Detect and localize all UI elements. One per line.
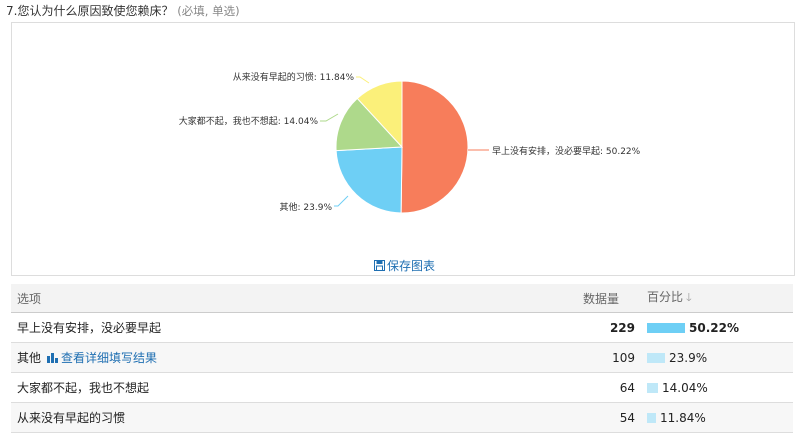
header-percent-label: 百分比 <box>647 290 684 304</box>
pie-label-others-not-up: 大家都不起，我也不想起: 14.04% <box>179 115 319 127</box>
row-option-text: 其他 <box>17 351 42 365</box>
row-option: 其他 查看详细填写结果 <box>11 342 583 373</box>
header-percent[interactable]: 百分比 🡓 <box>647 284 793 313</box>
leader-line-no-habit <box>356 76 370 84</box>
row-option: 大家都不起，我也不想起 <box>11 372 583 403</box>
row-percent: 50.22% <box>647 312 793 343</box>
row-percent: 11.84% <box>647 402 793 433</box>
pie-label-other: 其他: 23.9% <box>280 201 333 213</box>
table-row: 大家都不起，我也不想起 64 14.04% <box>11 372 793 403</box>
view-details-link[interactable]: 查看详细填写结果 <box>47 351 157 365</box>
chart-container: 早上没有安排，没必要早起: 50.22% 其他: 23.9% 大家都不起，我也不想起… <box>11 22 795 276</box>
row-count: 54 <box>583 402 647 433</box>
percent-bar <box>647 352 665 363</box>
table-header-row: 选项 数据量 百分比 🡓 <box>11 284 793 313</box>
question-text: 7.您认为什么原因致使您赖床？ <box>6 4 174 18</box>
header-count: 数据量 <box>583 284 647 313</box>
pie-chart: 早上没有安排，没必要早起: 50.22% 其他: 23.9% 大家都不起，我也不想起… <box>179 71 641 214</box>
table-row: 从来没有早起的习惯 54 11.84% <box>11 402 793 433</box>
row-option: 早上没有安排，没必要早起 <box>11 312 583 343</box>
row-percent: 14.04% <box>647 372 793 403</box>
row-option: 从来没有早起的习惯 <box>11 402 583 433</box>
table-row: 早上没有安排，没必要早起 229 50.22% <box>11 312 793 343</box>
percent-text: 50.22% <box>689 320 739 335</box>
row-count: 229 <box>583 312 647 343</box>
pie-slice-other <box>335 146 403 214</box>
row-percent: 23.9% <box>647 342 793 373</box>
percent-text: 23.9% <box>669 350 708 365</box>
save-chart-label: 保存图表 <box>387 259 436 273</box>
pie-label-no-plan: 早上没有安排，没必要早起: 50.22% <box>492 145 641 157</box>
bar-chart-icon <box>47 353 59 363</box>
leader-line-other <box>334 195 349 207</box>
percent-text: 11.84% <box>660 410 706 425</box>
arrow-down-icon[interactable]: 🡓 <box>686 291 692 304</box>
question-hint: (必填, 单选) <box>177 4 240 18</box>
save-chart-button[interactable]: 保存图表 <box>374 257 435 274</box>
percent-bar <box>647 322 685 333</box>
row-count: 109 <box>583 342 647 373</box>
table-row: 其他 查看详细填写结果 109 23.9% <box>11 342 793 373</box>
row-count: 64 <box>583 372 647 403</box>
results-table: 选项 数据量 百分比 🡓 早上没有安排，没必要早起 229 50.22% 其他 查看… <box>11 284 793 433</box>
percent-bar <box>647 412 656 423</box>
pie-slice-no-plan <box>400 80 469 214</box>
leader-line-others-not-up <box>320 113 339 122</box>
pie-label-no-habit: 从来没有早起的习惯: 11.84% <box>233 71 355 83</box>
question-title: 7.您认为什么原因致使您赖床？ (必填, 单选) <box>6 2 240 19</box>
percent-text: 14.04% <box>662 380 708 395</box>
percent-bar <box>647 382 658 393</box>
header-option: 选项 <box>11 284 583 313</box>
view-details-label: 查看详细填写结果 <box>61 351 158 365</box>
floppy-disk-icon <box>374 260 385 271</box>
